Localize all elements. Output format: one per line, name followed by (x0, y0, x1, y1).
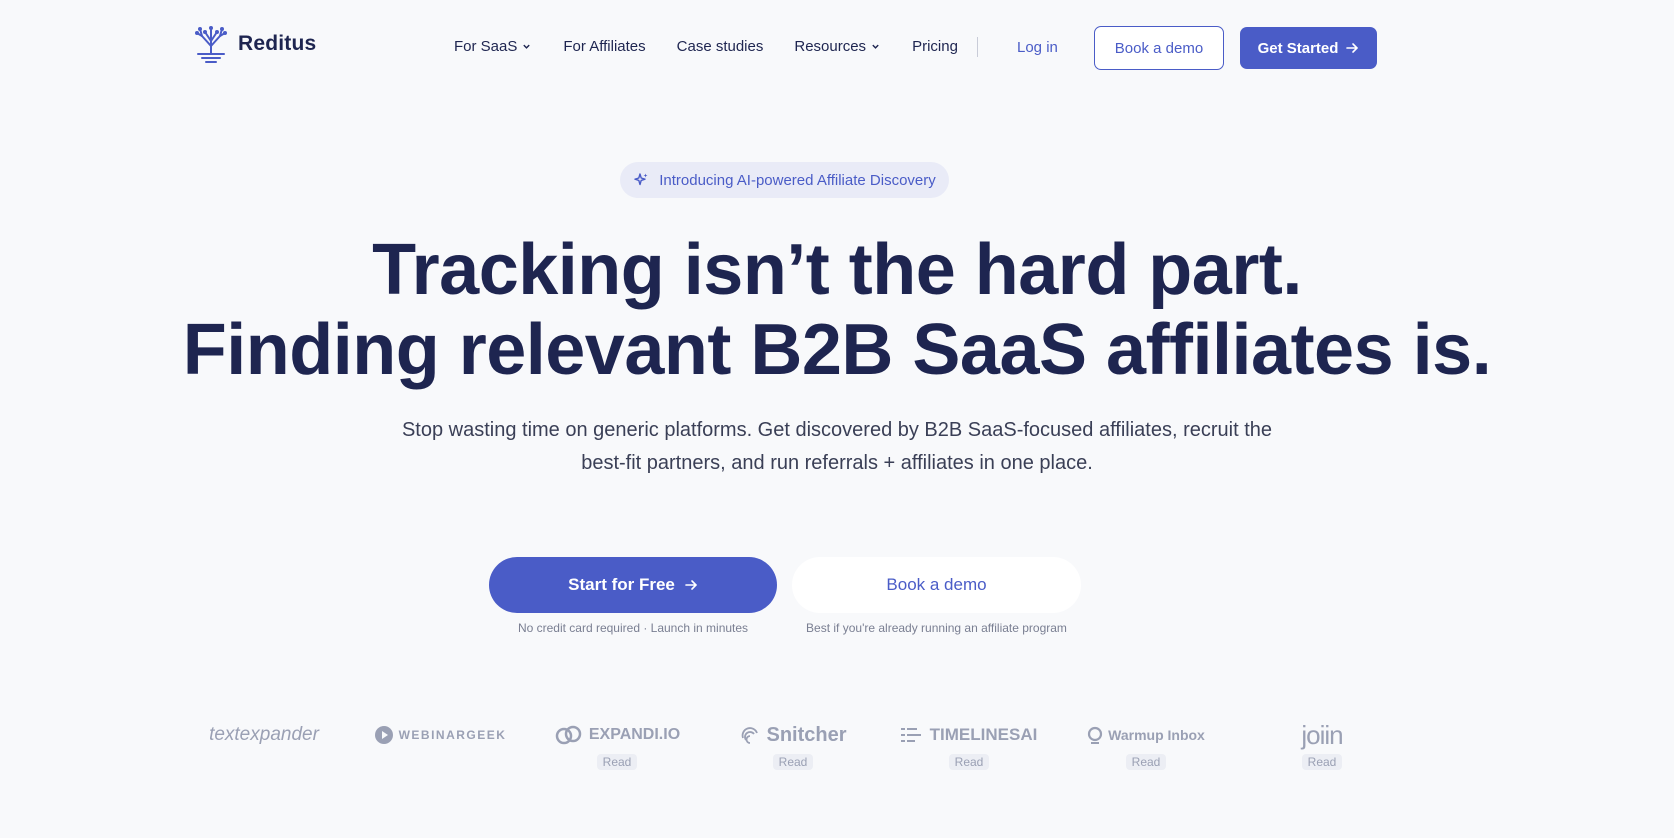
nav-divider (977, 37, 978, 57)
warmup-inbox-wordmark: Warmup Inbox (1108, 727, 1205, 743)
textexpander-wordmark: textexpander (209, 724, 319, 745)
announcement-pill[interactable]: Introducing AI-powered Affiliate Discove… (620, 162, 949, 198)
tree-logo-icon (195, 26, 227, 63)
headline-line-2: Finding relevant B2B SaaS affiliates is. (182, 310, 1492, 390)
logo-snitcher[interactable]: Snitcher Read (713, 720, 873, 771)
get-started-button[interactable]: Get Started (1240, 27, 1377, 69)
hero-book-demo-button[interactable]: Book a demo (792, 557, 1081, 613)
nav-for-affiliates[interactable]: For Affiliates (563, 38, 645, 55)
hero-subtitle: Stop wasting time on generic platforms. … (300, 414, 1374, 480)
nav-resources[interactable]: Resources (794, 38, 880, 55)
start-for-free-label: Start for Free (568, 575, 675, 594)
announcement-text: Introducing AI-powered Affiliate Discove… (659, 171, 936, 189)
nav-resources-label: Resources (794, 38, 867, 55)
login-link[interactable]: Log in (1017, 39, 1058, 56)
start-for-free-button[interactable]: Start for Free (489, 557, 777, 613)
fingerprint-icon (742, 727, 759, 744)
nav-for-affiliates-label: For Affiliates (563, 38, 646, 55)
arrow-right-icon (685, 580, 698, 590)
main-menu: For SaaS For Affiliates Case studies Res… (454, 38, 958, 55)
book-demo-note: Best if you're already running an affili… (806, 621, 1067, 635)
read-case-study-link[interactable]: Read (1301, 754, 1343, 770)
logo-joiin[interactable]: joiin Read (1242, 720, 1402, 771)
snitcher-wordmark: Snitcher (766, 723, 847, 746)
headline-line-1: Tracking isn’t the hard part. (372, 230, 1302, 310)
logo-timelinesai[interactable]: TIMELINESAI Read (889, 720, 1049, 771)
hero-headline: Tracking isn’t the hard part. Finding re… (0, 230, 1674, 390)
flame-icon (1088, 726, 1103, 744)
start-free-note: No credit card required · Launch in minu… (517, 621, 749, 635)
top-nav: Reditus For SaaS For Affiliates Case stu… (0, 0, 1674, 96)
get-started-label: Get Started (1257, 39, 1339, 57)
nav-pricing[interactable]: Pricing (912, 38, 958, 55)
nav-case-studies[interactable]: Case studies (677, 38, 764, 55)
read-case-study-link[interactable]: Read (772, 754, 814, 770)
nav-for-saas-label: For SaaS (454, 38, 518, 55)
nav-case-studies-label: Case studies (676, 38, 764, 55)
nav-pricing-label: Pricing (912, 38, 958, 55)
webinargeek-wordmark: WEBINARGEEK (398, 728, 507, 742)
logo-webinargeek[interactable]: WEBINARGEEK (360, 720, 520, 750)
link-loop-icon (555, 725, 582, 745)
read-case-study-link[interactable]: Read (948, 754, 990, 770)
logo-expandi[interactable]: EXPANDI.IO Read (537, 720, 697, 771)
read-case-study-link[interactable]: Read (1125, 754, 1167, 770)
customer-logos: textexpander WEBINARGEEK EXPANDI.IO Read… (0, 720, 1674, 780)
play-circle-icon (374, 726, 393, 744)
chevron-down-icon (872, 44, 879, 49)
expandi-wordmark: EXPANDI.IO (588, 726, 681, 743)
chevron-down-icon (523, 44, 531, 49)
timelinesai-wordmark: TIMELINESAI (929, 725, 1038, 744)
logo-textexpander[interactable]: textexpander (184, 720, 344, 750)
brand-logo[interactable]: Reditus (192, 24, 316, 64)
arrow-right-icon (1346, 43, 1359, 53)
sparkle-icon (634, 173, 648, 186)
subtitle-line-1: Stop wasting time on generic platforms. … (401, 419, 1273, 441)
book-demo-button[interactable]: Book a demo (1094, 26, 1224, 70)
subtitle-line-2: best-fit partners, and run referrals + a… (581, 452, 1093, 474)
joiin-wordmark: joiin (1301, 719, 1343, 750)
nav-for-saas[interactable]: For SaaS (454, 38, 531, 55)
read-case-study-link[interactable]: Read (596, 754, 638, 770)
timeline-icon (900, 728, 921, 742)
brand-name: Reditus (238, 32, 317, 55)
logo-warmup-inbox[interactable]: Warmup Inbox Read (1066, 720, 1226, 771)
